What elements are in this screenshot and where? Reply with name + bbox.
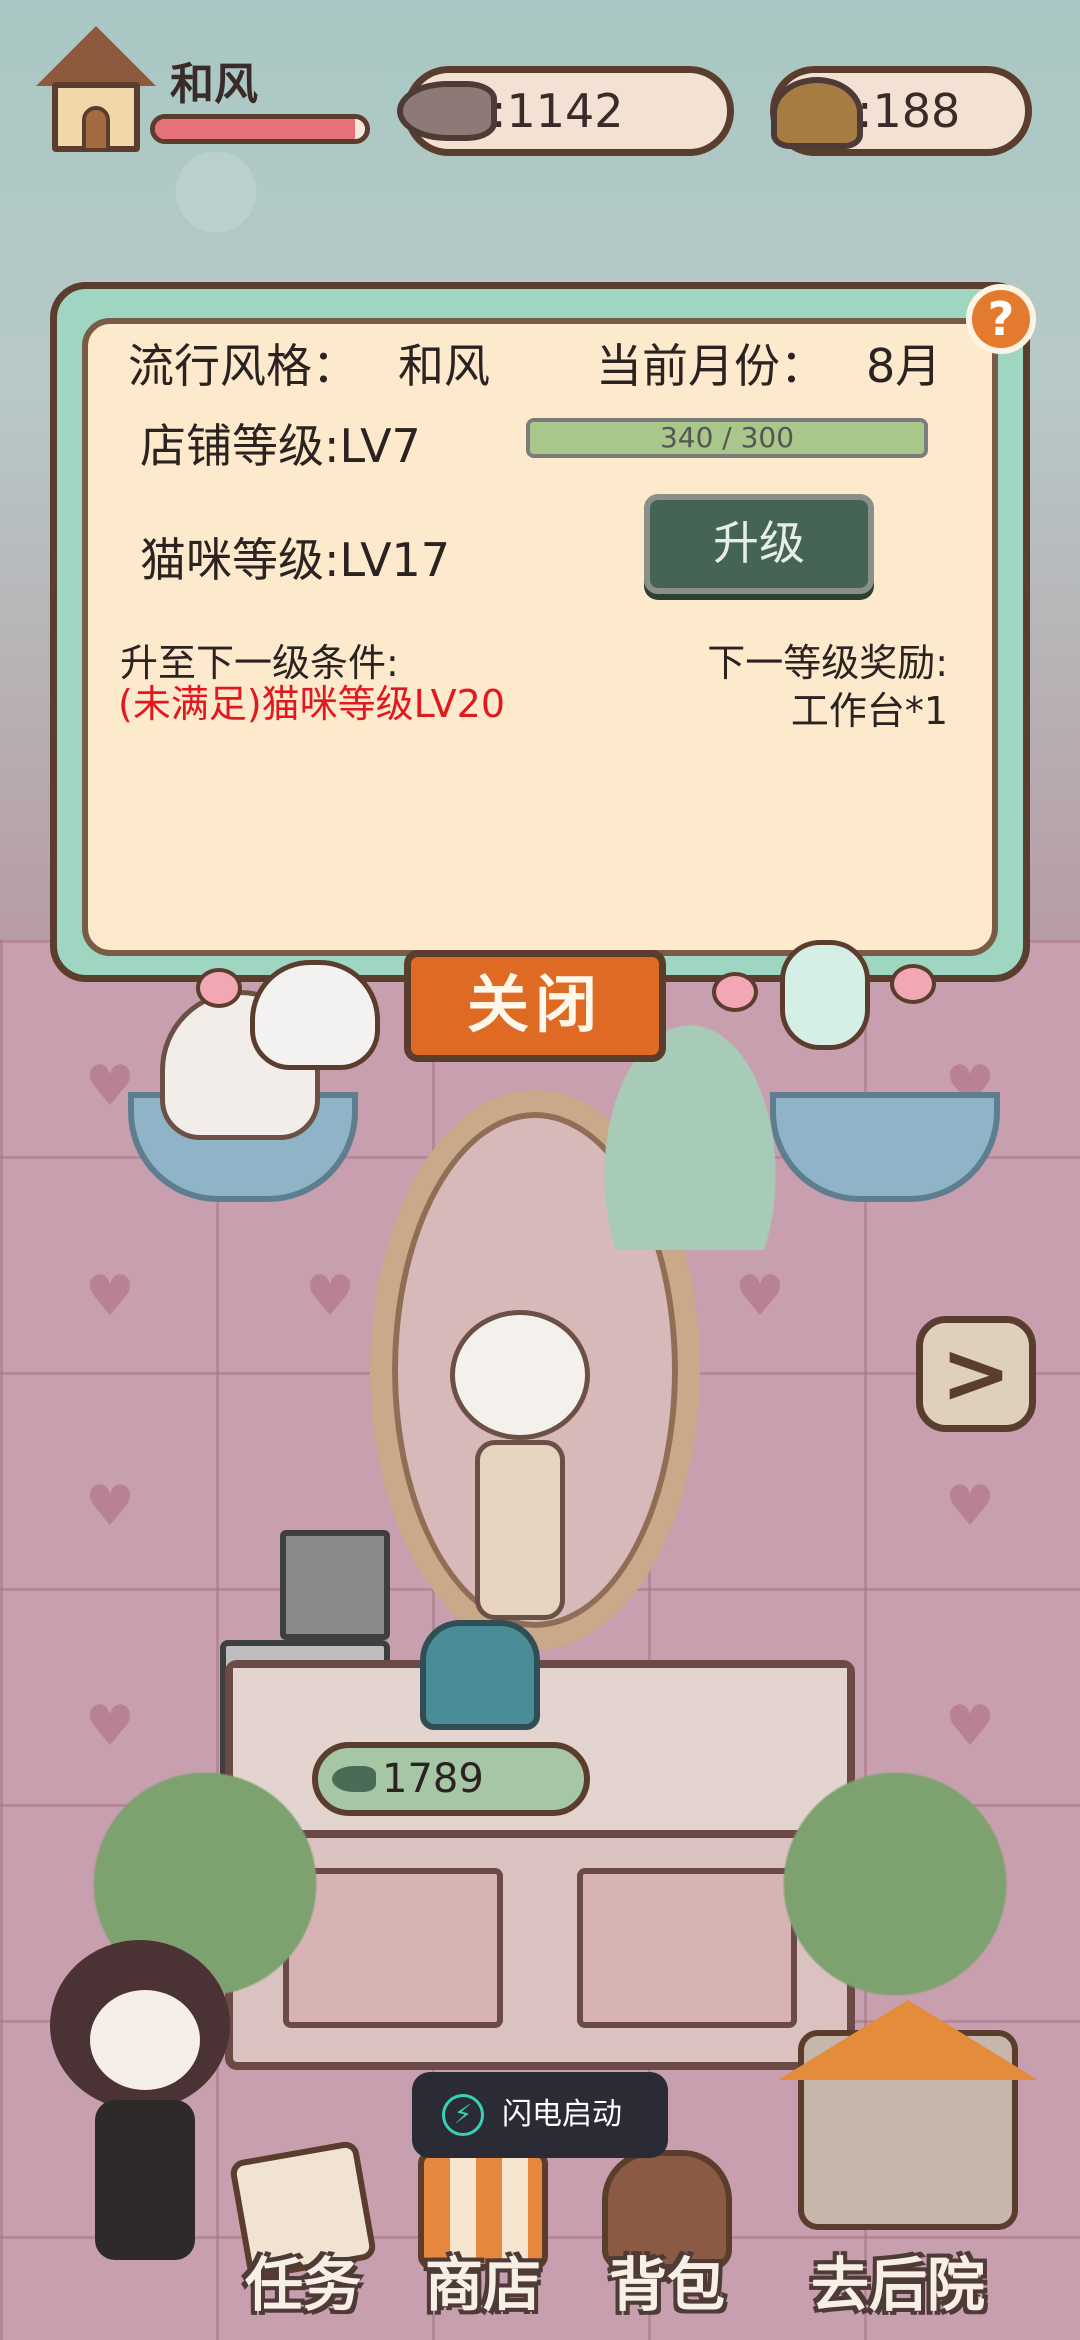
close-button[interactable]: 关闭	[404, 950, 666, 1062]
nav-shop-button[interactable]: 商店	[408, 2150, 558, 2320]
girl-apron	[95, 2100, 195, 2260]
toast-text: 闪电启动	[502, 2097, 622, 2132]
poop-icon	[763, 63, 873, 163]
shopkeeper-girl[interactable]	[40, 1900, 240, 2300]
next-level-reward-title: 下一等级奖励:	[707, 641, 948, 685]
nav-backyard-label: 去后院	[810, 2251, 985, 2319]
heart-decoration: ♥	[84, 1474, 136, 1539]
heart-decoration: ♥	[304, 1264, 356, 1329]
telephone	[420, 1620, 540, 1730]
nav-bag-button[interactable]: 背包	[592, 2150, 742, 2320]
nav-task-button[interactable]: 任务	[228, 2139, 378, 2320]
heart-decoration: ♥	[84, 1264, 136, 1329]
house-door	[82, 106, 110, 152]
question-icon: ?	[987, 292, 1015, 346]
player-progress-fill	[155, 119, 355, 139]
cat-mascot-decoration	[250, 960, 380, 1070]
trend-style-label: 流行风格：	[128, 339, 358, 393]
shop-cat-character[interactable]	[440, 1280, 600, 1640]
nav-task-label: 任务	[244, 2251, 361, 2319]
fish-currency-value: :1142	[491, 84, 624, 138]
player-name: 和风	[170, 59, 258, 110]
upgrade-condition-text: (未满足)猫咪等级LV20	[118, 682, 505, 726]
shop-exp-progress-text: 340 / 300	[659, 421, 795, 454]
nav-backyard-button[interactable]: 去后院	[748, 2000, 1048, 2320]
desk-fish-count: 1789	[382, 1756, 484, 1802]
fish-icon	[397, 63, 507, 163]
lightning-bolt-icon: ⚡	[442, 2094, 484, 2136]
house-roof-icon	[778, 2000, 1038, 2080]
poop-icon-shape	[771, 77, 863, 149]
bottle-decoration	[780, 940, 870, 1050]
fish-currency-counter[interactable]: :1142	[397, 66, 734, 156]
nav-shop-label: 商店	[424, 2251, 541, 2319]
cat-level-text: 猫咪等级:LV17	[140, 533, 451, 587]
flash-boot-toast: ⚡ 闪电启动	[412, 2072, 668, 2158]
upgrade-condition-title: 升至下一级条件:	[120, 641, 399, 685]
computer-screen	[280, 1530, 390, 1640]
desk-fish-collect[interactable]: 1789	[312, 1742, 590, 1816]
heart-decoration: ♥	[734, 1264, 786, 1329]
next-level-reward-item: 工作台*1	[790, 689, 948, 733]
paw-icon	[712, 972, 758, 1012]
trend-style-value: 和风	[398, 339, 490, 393]
paw-icon	[890, 964, 936, 1004]
chevron-right-icon: >	[940, 1324, 1012, 1422]
fish-icon-shape	[397, 81, 497, 141]
upgrade-button[interactable]: 升级	[644, 494, 874, 594]
character-body	[475, 1440, 565, 1620]
shop-exp-progress-bar: 340 / 300	[526, 418, 928, 458]
current-month-value: 8月	[866, 339, 942, 393]
heart-decoration: ♥	[944, 1474, 996, 1539]
help-button[interactable]: ?	[966, 284, 1036, 354]
house-roof	[36, 26, 156, 86]
character-head	[450, 1310, 590, 1440]
nav-bag-label: 背包	[608, 2251, 725, 2319]
next-room-arrow-button[interactable]: >	[916, 1316, 1036, 1432]
fish-icon	[332, 1766, 376, 1792]
girl-face	[90, 1990, 200, 2090]
shop-level-text: 店铺等级:LV7	[140, 419, 421, 473]
home-house-icon[interactable]	[36, 26, 156, 156]
paw-icon	[196, 968, 242, 1008]
poop-currency-counter[interactable]: :188	[770, 66, 1032, 156]
player-progress-bar	[150, 114, 370, 144]
desk-drawer	[577, 1868, 797, 2028]
current-month-label: 当前月份：	[596, 339, 826, 393]
